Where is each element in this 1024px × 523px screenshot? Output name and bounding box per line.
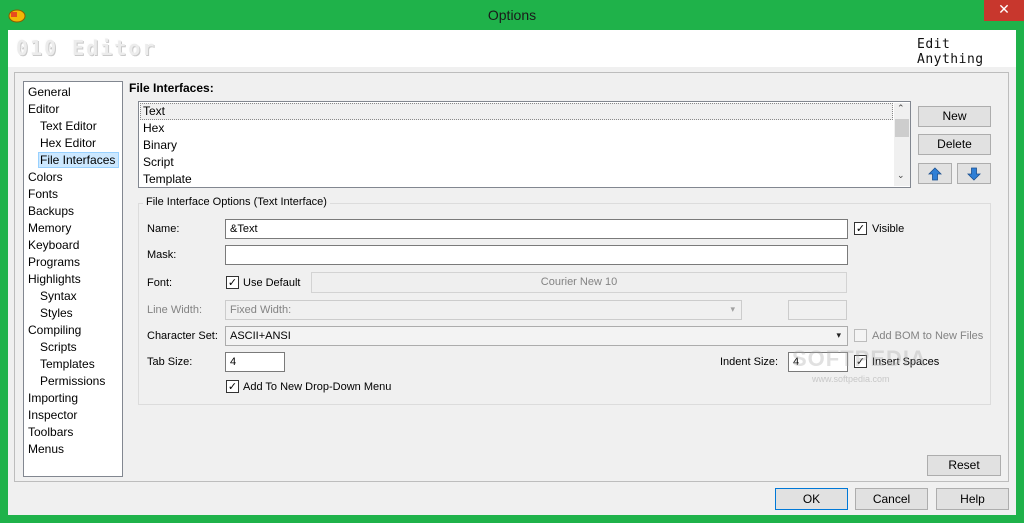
list-item[interactable]: Script (143, 154, 174, 170)
name-label: Name: (147, 223, 180, 235)
tree-item[interactable]: Text Editor (40, 118, 97, 134)
chevron-down-icon: ▾ (836, 331, 841, 341)
options-group-title: File Interface Options (Text Interface) (143, 196, 330, 208)
file-interfaces-list[interactable]: ⌃ ⌄ Text Hex Binary Script Template (138, 101, 911, 188)
banner (8, 30, 1016, 67)
tree-item[interactable]: Hex Editor (40, 135, 96, 151)
tree-item[interactable]: Templates (40, 356, 95, 372)
close-icon[interactable]: ✕ (984, 0, 1024, 21)
line-width-value: Fixed Width: (230, 304, 292, 316)
delete-button[interactable]: Delete (918, 134, 991, 155)
tagline: Edit Anything (917, 37, 984, 67)
mask-label: Mask: (147, 249, 177, 261)
window-title: Options (487, 7, 537, 23)
visible-label: Visible (872, 223, 905, 235)
charset-value: ASCII+ANSI (230, 330, 291, 342)
tree-item[interactable]: Compiling (28, 322, 81, 338)
list-item[interactable]: Hex (143, 120, 164, 136)
tree-item[interactable]: Fonts (28, 186, 58, 202)
tree-item[interactable]: Permissions (40, 373, 105, 389)
tree-item[interactable]: File Interfaces (38, 152, 120, 168)
list-scrollbar[interactable]: ⌃ ⌄ (894, 103, 910, 186)
mask-field[interactable] (225, 245, 848, 265)
tree-item[interactable]: Programs (28, 254, 80, 270)
add-dropdown-label: Add To New Drop-Down Menu (243, 381, 392, 393)
tab-size-label: Tab Size: (147, 356, 193, 368)
scroll-down-icon[interactable]: ⌄ (897, 171, 905, 181)
font-label: Font: (147, 277, 173, 289)
list-selection (140, 103, 893, 120)
watermark-url: www.softpedia.com (812, 374, 890, 384)
tree-item[interactable]: Syntax (40, 288, 77, 304)
tree-item[interactable]: Styles (40, 305, 73, 321)
add-bom-label: Add BOM to New Files (872, 330, 984, 342)
move-up-button[interactable] (918, 163, 952, 184)
tree-item[interactable]: Editor (28, 101, 59, 117)
watermark: SOFTPEDIA (792, 346, 927, 371)
ok-button[interactable]: OK (775, 488, 848, 510)
chevron-down-icon: ▾ (730, 305, 735, 315)
app-logo: 010 Editor (16, 36, 157, 60)
name-field[interactable]: &Text (225, 219, 848, 239)
indent-size-label: Indent Size: (720, 356, 779, 368)
line-width-label: Line Width: (147, 304, 203, 316)
options-tree[interactable]: General Editor Text Editor Hex Editor File I… (23, 81, 123, 477)
cancel-button[interactable]: Cancel (855, 488, 928, 510)
line-width-number[interactable] (788, 300, 847, 320)
scroll-thumb[interactable] (895, 119, 909, 137)
tree-item[interactable]: Inspector (28, 407, 77, 423)
use-default-checkbox[interactable]: ✓ (226, 276, 239, 289)
tree-item[interactable]: Colors (28, 169, 63, 185)
file-interfaces-label: File Interfaces: (129, 81, 214, 95)
reset-button[interactable]: Reset (927, 455, 1001, 476)
tree-item[interactable]: Highlights (28, 271, 81, 287)
line-width-dropdown[interactable]: Fixed Width: ▾ (225, 300, 742, 320)
add-dropdown-checkbox[interactable]: ✓ (226, 380, 239, 393)
tab-size-field[interactable]: 4 (225, 352, 285, 372)
font-button[interactable]: Courier New 10 (311, 272, 847, 293)
charset-label: Character Set: (147, 330, 218, 342)
visible-checkbox[interactable]: ✓ (854, 222, 867, 235)
move-down-button[interactable] (957, 163, 991, 184)
tree-item[interactable]: Memory (28, 220, 71, 236)
charset-dropdown[interactable]: ASCII+ANSI ▾ (225, 326, 848, 346)
tree-item[interactable]: Scripts (40, 339, 77, 355)
tree-item[interactable]: Backups (28, 203, 74, 219)
add-bom-checkbox[interactable] (854, 329, 867, 342)
tree-item[interactable]: Keyboard (28, 237, 79, 253)
arrow-up-icon (928, 167, 942, 181)
list-item[interactable]: Text (143, 103, 165, 119)
arrow-down-icon (967, 167, 981, 181)
tree-item[interactable]: General (28, 84, 71, 100)
list-item[interactable]: Binary (143, 137, 177, 153)
tree-item[interactable]: Importing (28, 390, 78, 406)
use-default-label: Use Default (243, 277, 301, 289)
new-button[interactable]: New (918, 106, 991, 127)
tree-item[interactable]: Menus (28, 441, 64, 457)
tree-item[interactable]: Toolbars (28, 424, 73, 440)
help-button[interactable]: Help (936, 488, 1009, 510)
scroll-up-icon[interactable]: ⌃ (897, 104, 905, 114)
list-item[interactable]: Template (143, 171, 192, 187)
